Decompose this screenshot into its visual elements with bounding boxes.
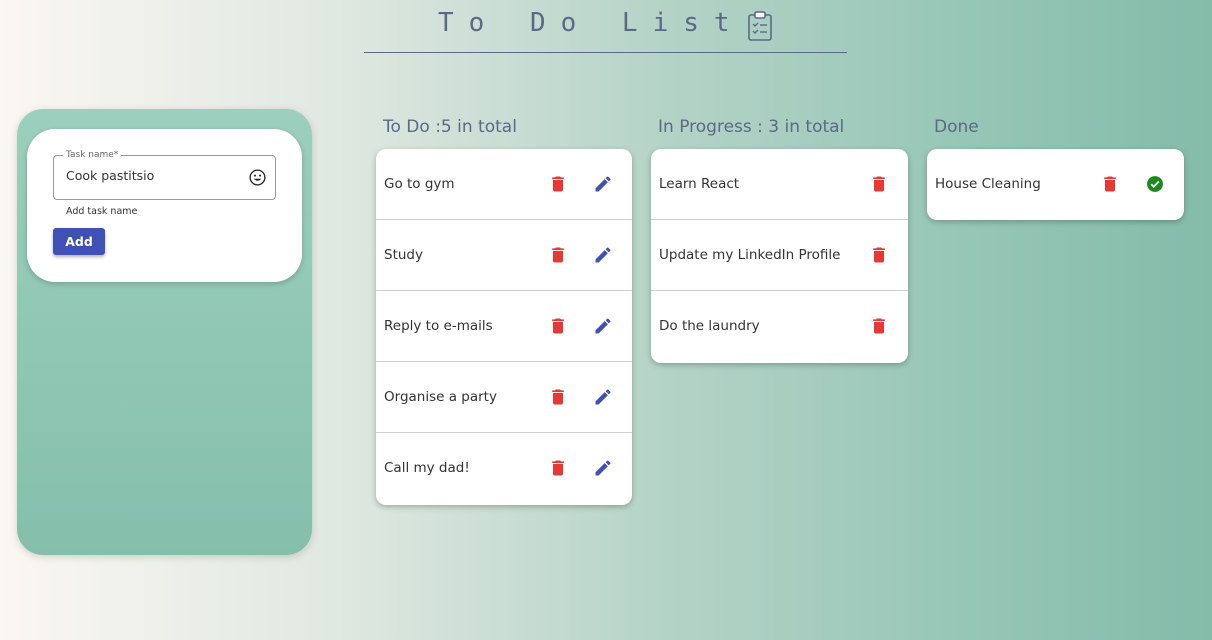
delete-icon[interactable] [869, 245, 889, 265]
add-task-button[interactable]: Add [53, 228, 105, 255]
emoji-icon[interactable] [249, 169, 266, 186]
edit-icon[interactable] [593, 316, 613, 336]
delete-icon[interactable] [548, 458, 568, 478]
progress-task-item: Update my LinkedIn Profile [651, 220, 908, 291]
check-circle-icon[interactable] [1145, 174, 1165, 194]
delete-icon[interactable] [548, 316, 568, 336]
progress-task-item: Learn React [651, 149, 908, 220]
task-text: Update my LinkedIn Profile [659, 247, 841, 263]
in-progress-list: Learn React Update my LinkedIn Profile Do … [651, 149, 908, 363]
todo-column-title: To Do :5 in total [383, 117, 517, 137]
todo-task-item: Go to gym [376, 149, 632, 220]
todo-task-item: Call my dad! [376, 433, 632, 504]
task-name-input[interactable] [66, 168, 241, 183]
task-text: Study [384, 247, 423, 263]
todo-task-item: Study [376, 220, 632, 291]
progress-task-item: Do the laundry [651, 291, 908, 362]
clipboard-icon [748, 11, 772, 41]
task-name-helper: Add task name [66, 206, 138, 217]
page-title: To Do List [438, 8, 745, 38]
done-column-title: Done [934, 117, 979, 137]
task-text: House Cleaning [935, 176, 1041, 192]
edit-icon[interactable] [593, 458, 613, 478]
delete-icon[interactable] [869, 316, 889, 336]
todo-task-item: Reply to e-mails [376, 291, 632, 362]
edit-icon[interactable] [593, 174, 613, 194]
delete-icon[interactable] [548, 387, 568, 407]
todo-task-item: Organise a party [376, 362, 632, 433]
add-task-form: Task name* Add task name Add [27, 129, 302, 282]
delete-icon[interactable] [548, 245, 568, 265]
task-text: Call my dad! [384, 460, 470, 476]
task-name-label: Task name* [63, 149, 122, 161]
edit-icon[interactable] [593, 245, 613, 265]
todo-list: Go to gym Study Reply to e-mails Organise a… [376, 149, 632, 505]
task-text: Go to gym [384, 176, 455, 192]
task-text: Organise a party [384, 389, 497, 405]
delete-icon[interactable] [869, 174, 889, 194]
edit-icon[interactable] [593, 387, 613, 407]
task-text: Do the laundry [659, 318, 760, 334]
task-name-field[interactable]: Task name* [53, 149, 276, 200]
delete-icon[interactable] [1100, 174, 1120, 194]
done-list: House Cleaning [927, 149, 1184, 220]
in-progress-column-title: In Progress : 3 in total [658, 117, 845, 137]
task-text: Reply to e-mails [384, 318, 493, 334]
task-text: Learn React [659, 176, 740, 192]
delete-icon[interactable] [548, 174, 568, 194]
page-header: To Do List [364, 6, 847, 53]
done-task-item: House Cleaning [927, 149, 1184, 220]
